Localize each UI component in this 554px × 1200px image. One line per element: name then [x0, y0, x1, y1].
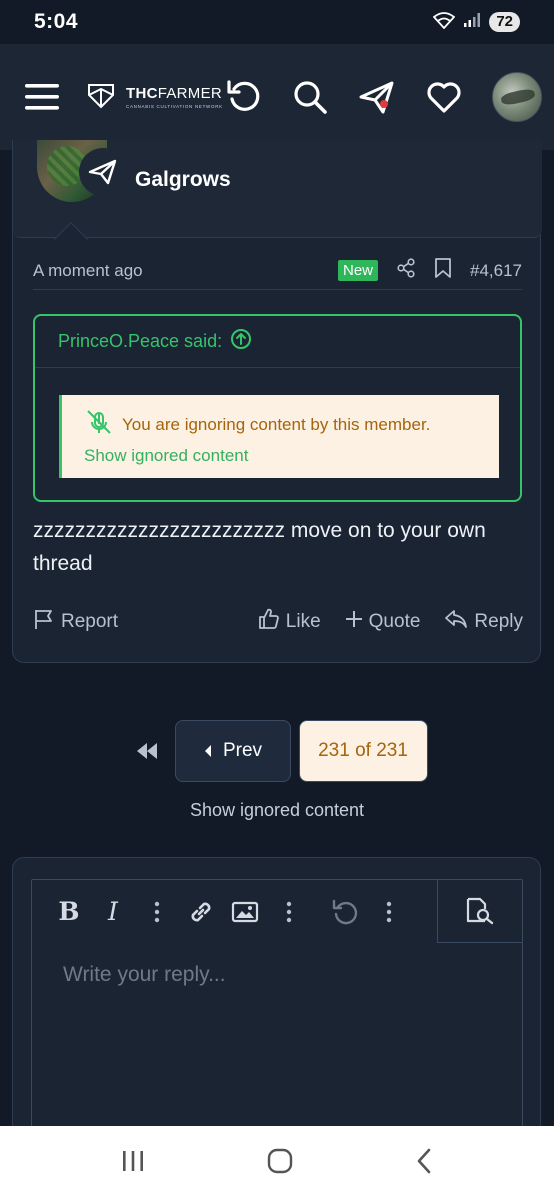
- quote-block: PrinceO.Peace said: You are ignoring con…: [33, 314, 522, 502]
- more-options-icon[interactable]: [374, 897, 404, 927]
- logo-wordmark: THCFARMER: [126, 85, 223, 102]
- post-author-area: Galgrows: [13, 140, 542, 238]
- post-card: Galgrows A moment ago New #4,617 PrinceO…: [12, 140, 542, 663]
- pagination: Prev 231 of 231: [0, 720, 554, 782]
- post-meta-row: A moment ago New #4,617: [33, 252, 522, 290]
- home-icon[interactable]: [266, 1147, 294, 1180]
- post-body: zzzzzzzzzzzzzzzzzzzzzzzz move on to your…: [33, 519, 486, 575]
- quote-button[interactable]: Quote: [345, 610, 420, 634]
- android-nav-bar: [0, 1126, 554, 1200]
- caret-left-icon: [204, 745, 211, 757]
- more-options-icon[interactable]: [274, 897, 304, 927]
- ignored-message: You are ignoring content by this member.: [122, 414, 431, 434]
- send-icon[interactable]: [79, 148, 127, 196]
- quote-author[interactable]: PrinceO.Peace said:: [58, 331, 222, 352]
- search-icon[interactable]: [292, 79, 328, 115]
- recent-apps-icon[interactable]: [120, 1149, 146, 1178]
- like-button[interactable]: Like: [258, 608, 321, 636]
- post-time[interactable]: A moment ago: [33, 261, 143, 281]
- reply-editor-card: B I Write your reply...: [12, 857, 541, 1179]
- back-icon[interactable]: [414, 1147, 434, 1180]
- first-page-icon[interactable]: [127, 742, 167, 760]
- wifi-icon: [433, 11, 456, 34]
- battery-indicator: 72: [489, 12, 520, 32]
- arrow-up-circle-icon[interactable]: [230, 328, 252, 355]
- share-icon[interactable]: [396, 258, 416, 283]
- top-navbar: THCFARMER CANNABIS CULTIVATION NETWORK: [0, 44, 554, 150]
- prev-page-button[interactable]: Prev: [174, 720, 291, 782]
- current-page[interactable]: 231 of 231: [298, 720, 428, 782]
- flag-icon: [33, 608, 55, 636]
- italic-button[interactable]: I: [98, 897, 128, 927]
- status-time: 5:04: [34, 10, 79, 33]
- thumbs-up-icon: [258, 608, 280, 636]
- refresh-icon[interactable]: [226, 79, 262, 115]
- ignored-content-notice: You are ignoring content by this member.…: [59, 395, 499, 478]
- reply-textarea[interactable]: Write your reply...: [63, 963, 226, 987]
- show-ignored-content-button[interactable]: Show ignored content: [0, 800, 554, 821]
- site-logo[interactable]: THCFARMER CANNABIS CULTIVATION NETWORK: [86, 80, 223, 115]
- link-icon[interactable]: [186, 897, 216, 927]
- logo-tagline: CANNABIS CULTIVATION NETWORK: [126, 104, 223, 109]
- more-options-icon[interactable]: [142, 897, 172, 927]
- bold-button[interactable]: B: [54, 897, 84, 927]
- heart-icon[interactable]: [426, 80, 462, 114]
- mute-icon: [84, 409, 114, 440]
- user-avatar[interactable]: [492, 72, 542, 122]
- author-name[interactable]: Galgrows: [135, 168, 231, 192]
- image-icon[interactable]: [230, 897, 260, 927]
- editor-toolbar: B I: [32, 880, 522, 943]
- send-icon[interactable]: [358, 79, 396, 115]
- reply-icon: [444, 609, 468, 635]
- bookmark-icon[interactable]: [434, 257, 452, 284]
- status-bar: 5:04 72: [0, 0, 554, 44]
- post-actions: Report Like Quote Reply: [33, 604, 523, 640]
- undo-icon[interactable]: [330, 897, 360, 927]
- menu-icon[interactable]: [24, 82, 60, 112]
- show-ignored-content-link[interactable]: Show ignored content: [84, 446, 477, 466]
- status-icons: 72: [433, 11, 520, 34]
- new-badge: New: [337, 260, 378, 281]
- preview-icon[interactable]: [437, 880, 522, 943]
- logo-icon: [86, 80, 116, 115]
- plus-icon: [345, 610, 363, 634]
- signal-icon: [463, 12, 481, 33]
- report-button[interactable]: Report: [33, 608, 118, 636]
- post-number[interactable]: #4,617: [470, 261, 522, 281]
- reply-button[interactable]: Reply: [444, 609, 523, 635]
